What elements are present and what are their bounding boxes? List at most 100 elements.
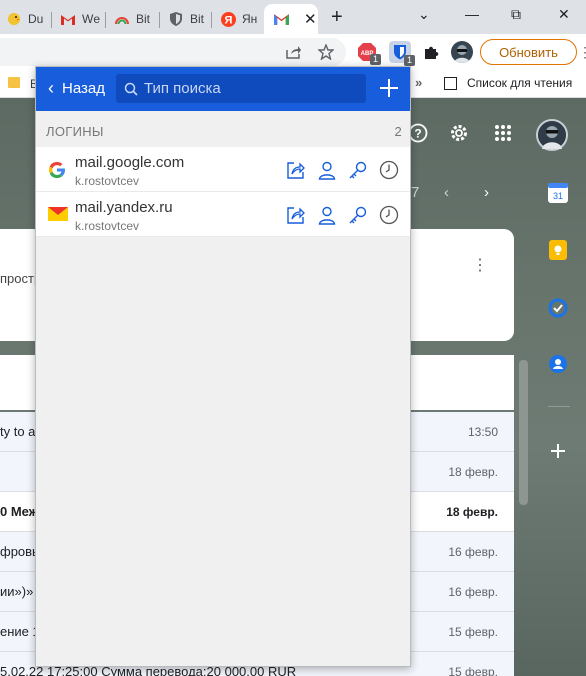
bitwarden-header: ‹ Назад xyxy=(36,67,410,111)
gmail-account-avatar[interactable] xyxy=(536,119,568,151)
update-browser-button[interactable]: Обновить xyxy=(480,39,577,65)
next-page-icon[interactable]: › xyxy=(484,184,489,201)
rail-divider xyxy=(548,406,570,407)
email-subject: ии»)» xyxy=(0,584,34,599)
bitwarden-popup: ‹ Назад ЛОГИНЫ 2 m xyxy=(35,66,411,667)
email-date: 13:50 xyxy=(467,425,498,439)
browser-toolbar: ABP 1 1 Обновить ⋮ xyxy=(0,34,586,70)
email-date: 18 февр. xyxy=(446,505,498,519)
email-subject: 0 Меж xyxy=(0,504,38,519)
tab-bit-2[interactable]: Bit xyxy=(162,4,212,34)
tab-active-gmail[interactable]: ✕ xyxy=(264,4,318,34)
section-count: 2 xyxy=(394,124,402,139)
tab-separator xyxy=(105,12,106,28)
google-icon xyxy=(48,161,66,179)
email-date: 18 февр. xyxy=(448,465,498,479)
tab-gmail[interactable]: Wе xyxy=(54,4,106,34)
totp-clock-icon[interactable] xyxy=(379,205,399,225)
tab-separator xyxy=(159,12,160,28)
apps-grid-icon[interactable] xyxy=(494,124,512,148)
login-name: mail.yandex.ru xyxy=(75,199,173,216)
launch-icon[interactable] xyxy=(286,205,306,225)
extension-badge: 1 xyxy=(369,54,381,65)
tab-separator xyxy=(211,12,212,28)
email-subject: ty to a xyxy=(0,424,36,439)
share-icon[interactable] xyxy=(284,42,304,62)
extension-badge: 1 xyxy=(403,55,415,66)
help-icon[interactable]: ? xyxy=(408,123,428,149)
bookmark-star-icon[interactable] xyxy=(316,42,336,62)
extensions-puzzle-icon[interactable] xyxy=(421,42,441,62)
add-item-button[interactable] xyxy=(378,77,400,99)
search-input[interactable] xyxy=(144,80,344,97)
login-item[interactable]: mail.yandex.ru k.rostovtcev xyxy=(36,192,410,237)
minimize-icon[interactable]: — xyxy=(465,6,479,22)
totp-clock-icon[interactable] xyxy=(379,160,399,180)
tab-label: Wе xyxy=(82,12,100,26)
close-tab-icon[interactable]: ✕ xyxy=(304,10,317,28)
back-label: Назад xyxy=(62,79,105,97)
tab-label: Ян xyxy=(242,12,258,26)
tab-search-icon[interactable]: ⌄ xyxy=(418,6,430,23)
scrollbar[interactable] xyxy=(519,360,528,505)
tab-yandex[interactable]: Я Ян xyxy=(214,4,262,34)
reading-list-icon xyxy=(444,76,457,90)
duck-icon xyxy=(6,11,22,27)
search-icon xyxy=(124,82,138,96)
close-window-icon[interactable]: ✕ xyxy=(558,6,570,23)
bookmarks-overflow-button[interactable]: » xyxy=(415,75,422,90)
calendar-icon[interactable]: 31 xyxy=(548,183,568,203)
login-username: k.rostovtcev xyxy=(75,174,140,188)
login-list: mail.google.com k.rostovtcev mail.yandex… xyxy=(36,147,410,237)
yandex-icon: Я xyxy=(220,11,236,27)
maximize-icon[interactable]: ⧉ xyxy=(511,6,521,23)
tab-strip: Du Wе Bit Bit Я Ян ✕ + ⌄ — ⧉ ✕ xyxy=(0,0,586,34)
browser-menu-icon[interactable]: ⋮ xyxy=(578,44,586,61)
section-title: ЛОГИНЫ xyxy=(46,124,104,139)
logins-section-header: ЛОГИНЫ 2 xyxy=(46,124,402,139)
copy-password-key-icon[interactable] xyxy=(348,160,368,180)
contacts-icon[interactable] xyxy=(548,354,568,374)
tab-label: Bit xyxy=(136,12,151,26)
email-date: 15 февр. xyxy=(448,625,498,639)
prev-page-icon[interactable]: ‹ xyxy=(444,184,449,201)
copy-username-icon[interactable] xyxy=(317,205,337,225)
add-app-icon[interactable] xyxy=(548,441,568,461)
copy-username-icon[interactable] xyxy=(317,160,337,180)
tasks-icon[interactable] xyxy=(548,298,568,318)
tab-duckduckgo[interactable]: Du xyxy=(0,4,52,34)
settings-gear-icon[interactable] xyxy=(449,123,469,149)
copy-password-key-icon[interactable] xyxy=(348,205,368,225)
yandex-mail-icon xyxy=(48,206,68,224)
tab-label: Bit xyxy=(190,12,205,26)
reading-list-label: Список для чтения xyxy=(467,76,573,90)
chevron-left-icon: ‹ xyxy=(48,78,54,98)
gmail-icon xyxy=(273,11,289,27)
page-range-text: 7 xyxy=(411,184,420,201)
tab-bit-1[interactable]: Bit xyxy=(108,4,160,34)
keep-icon[interactable] xyxy=(548,240,568,260)
bookmark-folder-icon[interactable] xyxy=(8,77,20,88)
email-date: 15 февр. xyxy=(448,665,498,676)
profile-avatar[interactable] xyxy=(451,41,473,63)
search-box[interactable] xyxy=(116,74,366,103)
login-username: k.rostovtcev xyxy=(75,219,140,233)
launch-icon[interactable] xyxy=(286,160,306,180)
login-item[interactable]: mail.google.com k.rostovtcev xyxy=(36,147,410,192)
email-subject: ение 1 xyxy=(0,624,40,639)
back-button[interactable]: ‹ Назад xyxy=(48,79,105,97)
reading-list-button[interactable]: Список для чтения xyxy=(444,76,572,90)
gmail-icon xyxy=(60,11,76,27)
svg-text:31: 31 xyxy=(553,191,563,201)
card-more-icon[interactable]: ⋮ xyxy=(472,255,488,275)
side-panel-rail: 31 xyxy=(536,178,582,578)
email-date: 16 февр. xyxy=(448,545,498,559)
email-date: 16 февр. xyxy=(448,585,498,599)
tab-label: Du xyxy=(28,12,44,26)
bitwarden-extension-icon[interactable]: 1 xyxy=(389,41,415,66)
rainbow-icon xyxy=(114,11,130,27)
svg-text:?: ? xyxy=(414,127,421,141)
new-tab-button[interactable]: + xyxy=(331,6,343,29)
svg-text:Я: Я xyxy=(224,14,232,26)
adblock-icon[interactable]: ABP 1 xyxy=(357,42,381,65)
